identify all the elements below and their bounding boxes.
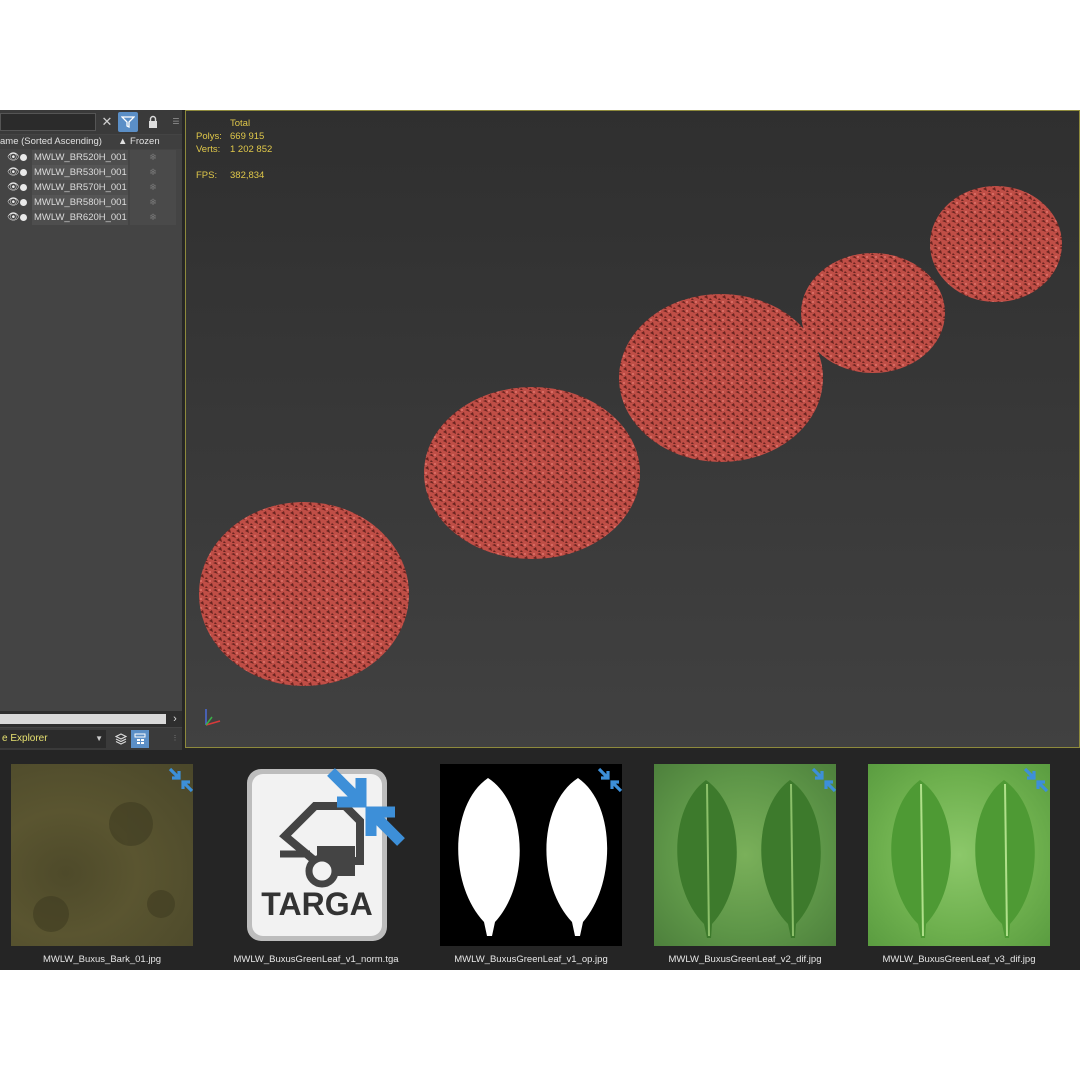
render-dot-icon[interactable] xyxy=(20,184,27,191)
explorer-object-list: 👁 MWLW_BR520H_001 ❄ 👁 MWLW_BR530H_001 ❄ … xyxy=(0,150,182,225)
freeze-icon[interactable]: ❄ xyxy=(130,210,176,225)
column-frozen-header[interactable]: ▲ Frozen xyxy=(118,135,160,149)
texture-thumbnail[interactable]: MWLW_BuxusGreenLeaf_v1_op.jpg xyxy=(440,764,623,965)
explorer-search-input[interactable] xyxy=(0,113,96,131)
explorer-bottom-bar: e Explorer ▼ ⋮ xyxy=(0,728,182,750)
compress-arrows-icon xyxy=(327,768,405,846)
panel-options-icon[interactable]: ⋮ xyxy=(166,730,184,748)
axis-gizmo xyxy=(205,709,221,726)
list-item[interactable]: 👁 MWLW_BR620H_001 ❄ xyxy=(0,210,182,225)
eye-icon[interactable]: 👁 xyxy=(7,165,20,180)
compress-arrows-icon xyxy=(597,767,623,793)
explorer-column-header: ame (Sorted Ascending) ▲ Frozen xyxy=(0,135,182,149)
column-name-header[interactable]: ame (Sorted Ascending) xyxy=(0,135,102,149)
texture-thumbnail[interactable]: MWLW_BuxusGreenLeaf_v2_dif.jpg xyxy=(654,764,837,965)
eye-icon[interactable]: 👁 xyxy=(7,195,20,210)
texture-thumbnail[interactable]: MWLW_BuxusGreenLeaf_v3_dif.jpg xyxy=(868,764,1050,965)
object-name[interactable]: MWLW_BR530H_001 xyxy=(32,165,128,180)
texture-filename: MWLW_BuxusGreenLeaf_v1_norm.tga xyxy=(233,954,399,965)
texture-filename: MWLW_BuxusGreenLeaf_v3_dif.jpg xyxy=(882,954,1036,965)
layers-icon[interactable] xyxy=(112,730,130,748)
render-dot-icon[interactable] xyxy=(20,169,27,176)
bush-2[interactable] xyxy=(424,387,640,559)
list-item[interactable]: 👁 MWLW_BR530H_001 ❄ xyxy=(0,165,182,180)
render-dot-icon[interactable] xyxy=(20,199,27,206)
texture-thumbnail[interactable]: MWLW_Buxus_Bark_01.jpg xyxy=(11,764,194,965)
freeze-icon[interactable]: ❄ xyxy=(130,150,176,165)
targa-text: TARGA xyxy=(261,886,373,922)
opacity-map-image xyxy=(440,764,622,946)
list-item[interactable]: 👁 MWLW_BR570H_001 ❄ xyxy=(0,180,182,195)
object-name[interactable]: MWLW_BR580H_001 xyxy=(32,195,128,210)
lock-icon[interactable] xyxy=(143,112,163,132)
texture-thumbnail[interactable]: TARGA MWLW_BuxusGreenLeaf_v1_norm.tga xyxy=(225,764,407,965)
scrollbar-thumb[interactable] xyxy=(0,714,166,724)
viewport-3d[interactable]: Total Polys: 669 915 Verts: 1 202 852 FPS:… xyxy=(185,110,1080,748)
list-item[interactable]: 👁 MWLW_BR580H_001 ❄ xyxy=(0,195,182,210)
freeze-icon[interactable]: ❄ xyxy=(130,195,176,210)
filter-icon[interactable] xyxy=(118,112,138,132)
eye-icon[interactable]: 👁 xyxy=(7,150,20,165)
texture-filename: MWLW_BuxusGreenLeaf_v1_op.jpg xyxy=(454,954,608,965)
freeze-icon[interactable]: ❄ xyxy=(130,165,176,180)
bark-texture-image xyxy=(11,764,193,946)
bush-3[interactable] xyxy=(619,294,823,462)
object-name[interactable]: MWLW_BR520H_001 xyxy=(32,150,128,165)
texture-strip: MWLW_Buxus_Bark_01.jpg TARGA MWLW_BuxusG… xyxy=(0,750,1080,970)
freeze-icon[interactable]: ❄ xyxy=(130,180,176,195)
app-window: ✕ ☰ ame (Sorted Ascending) ▲ Frozen 👁 MW… xyxy=(0,110,1080,970)
bush-5[interactable] xyxy=(930,186,1062,302)
compress-arrows-icon xyxy=(168,767,194,793)
explorer-type-select[interactable]: e Explorer ▼ xyxy=(0,730,106,748)
texture-filename: MWLW_Buxus_Bark_01.jpg xyxy=(42,954,162,965)
foliage-scene xyxy=(199,186,1062,686)
scroll-right-icon[interactable]: › xyxy=(168,711,182,727)
texture-filename: MWLW_BuxusGreenLeaf_v2_dif.jpg xyxy=(668,954,822,965)
object-name[interactable]: MWLW_BR620H_001 xyxy=(32,210,128,225)
compress-arrows-icon xyxy=(811,767,837,793)
explorer-type-value: e Explorer xyxy=(2,733,48,744)
hierarchy-icon[interactable] xyxy=(131,730,149,748)
compress-arrows-icon xyxy=(1023,767,1049,793)
panel-menu-icon[interactable]: ☰ xyxy=(166,112,186,132)
object-name[interactable]: MWLW_BR570H_001 xyxy=(32,180,128,195)
render-dot-icon[interactable] xyxy=(20,214,27,221)
eye-icon[interactable]: 👁 xyxy=(7,210,20,225)
chevron-down-icon: ▼ xyxy=(95,734,103,743)
bush-4[interactable] xyxy=(801,253,945,373)
clear-search-icon[interactable]: ✕ xyxy=(97,112,117,132)
eye-icon[interactable]: 👁 xyxy=(7,180,20,195)
scene-explorer-panel: ✕ ☰ ame (Sorted Ascending) ▲ Frozen 👁 MW… xyxy=(0,110,182,750)
list-item[interactable]: 👁 MWLW_BR520H_001 ❄ xyxy=(0,150,182,165)
explorer-toolbar: ✕ ☰ xyxy=(0,110,182,134)
bush-1[interactable] xyxy=(199,502,409,686)
render-dot-icon[interactable] xyxy=(20,154,27,161)
horizontal-scrollbar[interactable]: › xyxy=(0,711,182,727)
leaf-diffuse-v2-image xyxy=(654,764,836,946)
